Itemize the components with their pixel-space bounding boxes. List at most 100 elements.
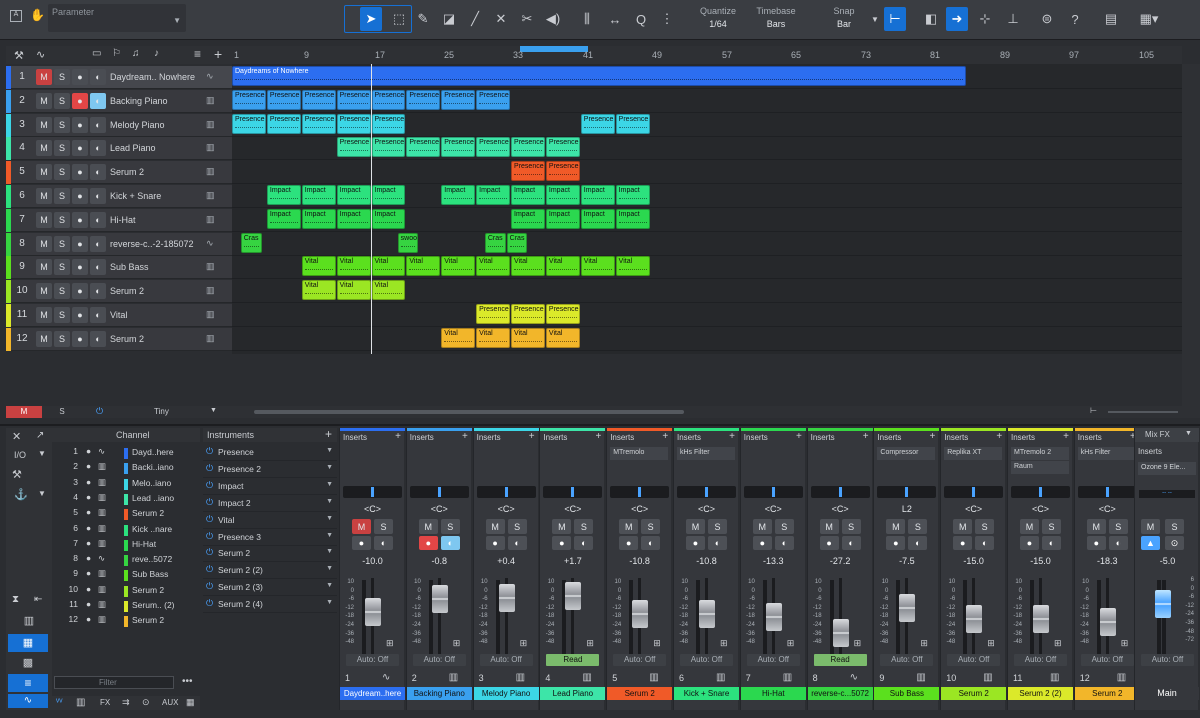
record-arm-button[interactable]: ●: [552, 536, 572, 550]
audio-filter-icon[interactable]: ᵛᵛ: [56, 697, 62, 708]
record-arm-button[interactable]: ●: [886, 536, 906, 550]
marker-icon[interactable]: ⚐: [112, 48, 121, 59]
mute-button[interactable]: M: [36, 92, 52, 109]
inserts-label[interactable]: Inserts: [877, 433, 901, 442]
pan-knob[interactable]: [944, 486, 1004, 498]
visibility-dot-icon[interactable]: ●: [86, 477, 91, 487]
pan-knob[interactable]: [543, 486, 603, 498]
quantize-icon[interactable]: Q: [630, 7, 652, 31]
clip[interactable]: Presence: [580, 113, 615, 134]
monitor-button[interactable]: ◐: [1042, 536, 1061, 550]
clip[interactable]: Presence: [301, 113, 336, 134]
track-header[interactable]: 5 M S ● ◐ Serum 2 ▥: [6, 161, 232, 185]
chevron-down-icon[interactable]: ▼: [210, 407, 217, 414]
pan-knob[interactable]: [677, 486, 736, 498]
snap-value[interactable]: Bar: [820, 19, 868, 29]
add-insert-icon[interactable]: +: [796, 431, 802, 442]
group-icon[interactable]: ⊞: [920, 638, 928, 649]
solo-button[interactable]: S: [54, 92, 70, 109]
console-channel-row[interactable]: 10 ● ▥ Serum 2: [52, 584, 200, 599]
visibility-dot-icon[interactable]: ●: [86, 538, 91, 548]
monitor-button[interactable]: ◐: [90, 140, 106, 157]
power-icon[interactable]: ⏻: [206, 598, 213, 609]
add-insert-icon[interactable]: +: [395, 431, 401, 442]
group-icon[interactable]: ⊞: [520, 638, 528, 649]
monitor-button[interactable]: ◐: [374, 536, 393, 550]
clip[interactable]: Vital: [545, 327, 580, 348]
group-icon[interactable]: ⊞: [653, 638, 661, 649]
group-icon[interactable]: ⊞: [453, 638, 461, 649]
record-arm-button[interactable]: ●: [72, 188, 88, 204]
main-link-icon[interactable]: ⊙: [1165, 536, 1184, 550]
clip[interactable]: Impact: [511, 185, 545, 205]
channel-name[interactable]: Melody Piano: [473, 687, 539, 700]
automation-mode[interactable]: Auto: Off: [412, 654, 466, 666]
mute-button[interactable]: M: [36, 259, 52, 276]
timebase-value[interactable]: Bars: [752, 19, 800, 29]
power-icon[interactable]: ⏻: [206, 480, 213, 491]
console-channel-row[interactable]: 11 ● ▥ Serum.. (2): [52, 599, 200, 614]
inserts-label[interactable]: Inserts: [744, 433, 768, 442]
channel-name[interactable]: Sub Bass: [874, 687, 940, 700]
volume-value[interactable]: -10.8: [677, 556, 736, 566]
mute-button[interactable]: M: [819, 519, 839, 534]
console-channel-row[interactable]: 6 ● ▥ Kick ..nare: [52, 523, 200, 538]
monitor-button[interactable]: ◐: [1108, 536, 1128, 550]
record-arm-button[interactable]: ●: [619, 536, 639, 550]
clip[interactable]: Impact: [545, 185, 580, 205]
clip[interactable]: Impact: [336, 208, 371, 229]
bus-tab-icon[interactable]: ⇉: [122, 697, 130, 708]
clip[interactable]: Vital: [615, 256, 650, 277]
record-arm-button[interactable]: ●: [953, 536, 973, 550]
insert-slot[interactable]: MTremolo 2: [1011, 447, 1069, 460]
main-automation-mode[interactable]: Auto: Off: [1141, 654, 1194, 666]
pan-knob[interactable]: [877, 486, 937, 498]
pan-value[interactable]: <C>: [1078, 504, 1137, 514]
monitor-button[interactable]: ◐: [90, 116, 106, 133]
group-icon[interactable]: ⊞: [854, 638, 862, 649]
record-arm-button[interactable]: ●: [752, 536, 772, 550]
insert-slot[interactable]: kHs Filter: [1077, 447, 1136, 460]
fx-tab[interactable]: FX: [100, 698, 110, 707]
monitor-button[interactable]: ◐: [90, 283, 106, 300]
pan-value[interactable]: <C>: [944, 504, 1003, 514]
aux-tab[interactable]: AUX: [162, 698, 178, 707]
mute-button[interactable]: M: [36, 235, 52, 252]
monitor-button[interactable]: ◐: [90, 211, 106, 228]
clip[interactable]: Impact: [301, 208, 336, 229]
visibility-dot-icon[interactable]: ●: [86, 446, 91, 456]
hand-icon[interactable]: ✋: [30, 8, 45, 22]
playhead-cursor[interactable]: [371, 64, 372, 354]
wrench-icon[interactable]: ⚒: [14, 49, 24, 62]
channel-name[interactable]: Serum 2: [941, 687, 1007, 700]
clip[interactable]: Presence: [615, 113, 650, 134]
automation-mode[interactable]: Auto: Off: [613, 654, 667, 666]
clip[interactable]: Cras: [506, 232, 528, 253]
volume-value[interactable]: -10.8: [610, 556, 669, 566]
timeline-icon[interactable]: ⊥: [1002, 7, 1024, 31]
power-icon[interactable]: ⏻: [206, 547, 213, 558]
console-channel-row[interactable]: 5 ● ▥ Serum 2: [52, 507, 200, 522]
monitor-button[interactable]: ◐: [90, 188, 106, 204]
solo-button[interactable]: S: [641, 519, 661, 534]
insert-slot[interactable]: MTremolo: [610, 447, 669, 460]
inserts-label[interactable]: Inserts: [610, 433, 634, 442]
clip[interactable]: Impact: [301, 185, 336, 205]
volume-value[interactable]: -18.3: [1078, 556, 1137, 566]
clip[interactable]: Vital: [301, 280, 336, 301]
clip[interactable]: Vital: [336, 280, 371, 301]
group-icon[interactable]: ⊞: [987, 638, 995, 649]
clip[interactable]: Presence: [336, 113, 371, 134]
parameter-icon[interactable]: A: [10, 10, 22, 22]
track-name[interactable]: Hi-Hat: [110, 215, 136, 225]
insert-slot[interactable]: Replika XT: [944, 447, 1003, 460]
instrument-item[interactable]: ⏻ Presence 3 ▼: [203, 529, 337, 546]
mute-button[interactable]: M: [36, 283, 52, 300]
solo-button[interactable]: S: [908, 519, 928, 534]
track-header[interactable]: 12 M S ● ◐ Serum 2 ▥: [6, 327, 232, 351]
volume-value[interactable]: -13.3: [744, 556, 803, 566]
console-channel-row[interactable]: 7 ● ▥ Hi-Hat: [52, 538, 200, 553]
view-options-icon[interactable]: ⊜: [1036, 7, 1058, 31]
pan-value[interactable]: <C>: [543, 504, 602, 514]
main-volume-value[interactable]: -5.0: [1138, 556, 1197, 566]
